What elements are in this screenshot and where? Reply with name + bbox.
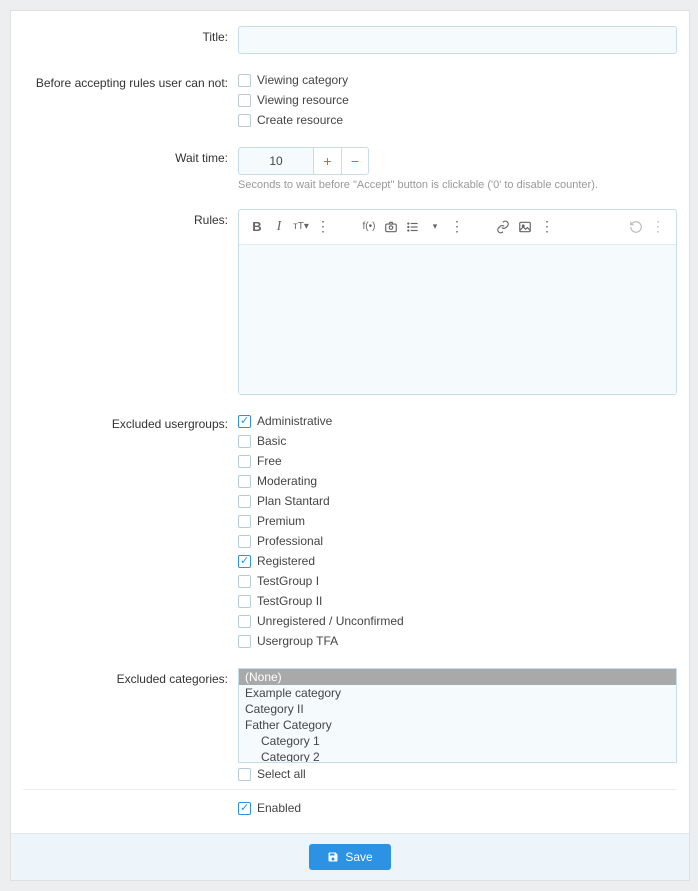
field-enabled: Enabled bbox=[238, 800, 677, 817]
usergroup-3-checkbox[interactable] bbox=[238, 475, 251, 488]
usergroup-5-label: Premium bbox=[257, 513, 305, 530]
label-usergroups: Excluded usergroups: bbox=[23, 413, 238, 431]
wait-time-input[interactable] bbox=[238, 147, 313, 175]
label-categories: Excluded categories: bbox=[23, 668, 238, 686]
field-categories: (None)Example categoryCategory IIFather … bbox=[238, 668, 677, 783]
label-wait-time: Wait time: bbox=[23, 147, 238, 165]
label-rules: Rules: bbox=[23, 209, 238, 227]
usergroup-8-label: TestGroup I bbox=[257, 573, 319, 590]
image-icon[interactable] bbox=[515, 217, 535, 237]
select-all-checkbox[interactable] bbox=[238, 768, 251, 781]
bold-icon[interactable]: B bbox=[247, 217, 267, 237]
before-opt-1-label: Viewing resource bbox=[257, 92, 349, 109]
save-button[interactable]: Save bbox=[309, 844, 390, 870]
field-rules: B I ᴛT▾ ⋮ f(•) bbox=[238, 209, 677, 395]
row-categories: Excluded categories: (None)Example categ… bbox=[23, 668, 677, 783]
before-opt-2-label: Create resource bbox=[257, 112, 343, 129]
row-before-accept: Before accepting rules user can not: Vie… bbox=[23, 72, 677, 129]
row-usergroups: Excluded usergroups: Administrative Basic… bbox=[23, 413, 677, 650]
fontsize-icon[interactable]: ᴛT▾ bbox=[291, 217, 311, 237]
rules-editor: B I ᴛT▾ ⋮ f(•) bbox=[238, 209, 677, 395]
wait-time-decrement[interactable]: − bbox=[341, 147, 369, 175]
wait-time-hint: Seconds to wait before "Accept" button i… bbox=[238, 179, 677, 191]
fx-icon[interactable]: f(•) bbox=[359, 217, 379, 237]
category-option-2[interactable]: Category II bbox=[239, 701, 676, 717]
row-rules: Rules: B I ᴛT▾ ⋮ f(•) bbox=[23, 209, 677, 395]
undo-icon[interactable] bbox=[626, 217, 646, 237]
usergroup-1-label: Basic bbox=[257, 433, 286, 450]
usergroup-2-label: Free bbox=[257, 453, 282, 470]
usergroup-5-checkbox[interactable] bbox=[238, 515, 251, 528]
usergroup-0-checkbox[interactable] bbox=[238, 415, 251, 428]
wait-time-spinner: + − bbox=[238, 147, 677, 175]
usergroup-6-label: Professional bbox=[257, 533, 323, 550]
enabled-checkbox[interactable] bbox=[238, 802, 251, 815]
usergroups-group: Administrative Basic Free Moderating Plan St… bbox=[238, 413, 677, 650]
usergroup-1-checkbox[interactable] bbox=[238, 435, 251, 448]
usergroup-7-checkbox[interactable] bbox=[238, 555, 251, 568]
link-icon[interactable] bbox=[493, 217, 513, 237]
before-opt-0-label: Viewing category bbox=[257, 72, 348, 89]
row-enabled: Enabled bbox=[23, 789, 677, 817]
usergroup-11-label: Usergroup TFA bbox=[257, 633, 338, 650]
list-icon[interactable] bbox=[403, 217, 423, 237]
usergroup-9-label: TestGroup II bbox=[257, 593, 322, 610]
wait-time-increment[interactable]: + bbox=[313, 147, 341, 175]
italic-icon[interactable]: I bbox=[269, 217, 289, 237]
rules-textarea[interactable] bbox=[239, 244, 676, 394]
field-title bbox=[238, 26, 677, 54]
categories-listbox[interactable]: (None)Example categoryCategory IIFather … bbox=[238, 668, 677, 763]
save-icon bbox=[327, 851, 339, 863]
more-insert-icon[interactable]: ⋮ bbox=[447, 217, 467, 237]
usergroup-7-label: Registered bbox=[257, 553, 315, 570]
usergroup-10-checkbox[interactable] bbox=[238, 615, 251, 628]
title-input[interactable] bbox=[238, 26, 677, 54]
usergroup-4-label: Plan Stantard bbox=[257, 493, 330, 510]
usergroup-2-checkbox[interactable] bbox=[238, 455, 251, 468]
field-wait-time: + − Seconds to wait before "Accept" butt… bbox=[238, 147, 677, 191]
save-label: Save bbox=[345, 850, 372, 864]
before-opt-0-checkbox[interactable] bbox=[238, 74, 251, 87]
usergroup-8-checkbox[interactable] bbox=[238, 575, 251, 588]
usergroup-3-label: Moderating bbox=[257, 473, 317, 490]
enabled-label: Enabled bbox=[257, 800, 301, 817]
category-option-0[interactable]: (None) bbox=[239, 669, 676, 685]
category-option-3[interactable]: Father Category bbox=[239, 717, 676, 733]
category-option-4[interactable]: Category 1 bbox=[239, 733, 676, 749]
editor-toolbar: B I ᴛT▾ ⋮ f(•) bbox=[239, 210, 676, 244]
select-all-label: Select all bbox=[257, 766, 306, 783]
label-title: Title: bbox=[23, 26, 238, 44]
before-accept-group: Viewing category Viewing resource Create r… bbox=[238, 72, 677, 129]
form-body: Title: Before accepting rules user can n… bbox=[11, 11, 689, 833]
usergroup-10-label: Unregistered / Unconfirmed bbox=[257, 613, 404, 630]
form-footer: Save bbox=[11, 833, 689, 880]
category-option-5[interactable]: Category 2 bbox=[239, 749, 676, 763]
before-opt-1-checkbox[interactable] bbox=[238, 94, 251, 107]
row-title: Title: bbox=[23, 26, 677, 54]
usergroup-4-checkbox[interactable] bbox=[238, 495, 251, 508]
list-dropdown-icon[interactable]: ▾ bbox=[425, 217, 445, 237]
usergroup-9-checkbox[interactable] bbox=[238, 595, 251, 608]
usergroup-0-label: Administrative bbox=[257, 413, 332, 430]
more-history-icon[interactable]: ⋮ bbox=[648, 217, 668, 237]
camera-icon[interactable] bbox=[381, 217, 401, 237]
usergroup-11-checkbox[interactable] bbox=[238, 635, 251, 648]
more-media-icon[interactable]: ⋮ bbox=[537, 217, 557, 237]
before-opt-2-checkbox[interactable] bbox=[238, 114, 251, 127]
form-container: Title: Before accepting rules user can n… bbox=[10, 10, 690, 881]
more-format-icon[interactable]: ⋮ bbox=[313, 217, 333, 237]
category-option-1[interactable]: Example category bbox=[239, 685, 676, 701]
label-before-accept: Before accepting rules user can not: bbox=[23, 72, 238, 90]
usergroup-6-checkbox[interactable] bbox=[238, 535, 251, 548]
row-wait-time: Wait time: + − Seconds to wait before "A… bbox=[23, 147, 677, 191]
